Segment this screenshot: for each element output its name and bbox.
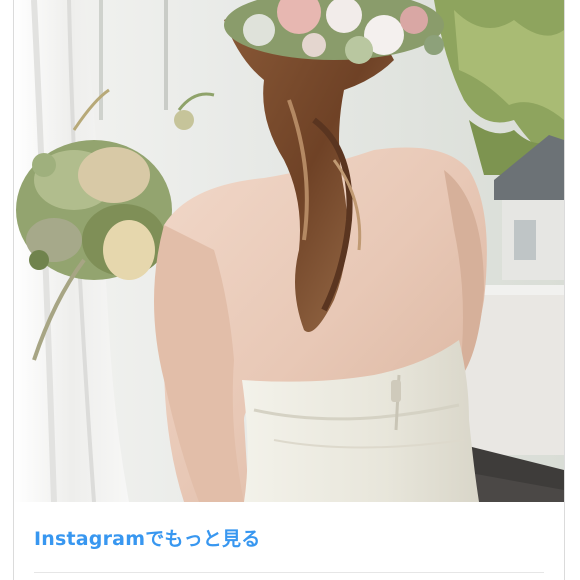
post-photo[interactable] [14,0,564,502]
divider [34,572,544,573]
instagram-embed-card: Instagramでもっと見る [13,0,565,580]
view-more-on-instagram-link[interactable]: Instagramでもっと見る [34,524,260,551]
